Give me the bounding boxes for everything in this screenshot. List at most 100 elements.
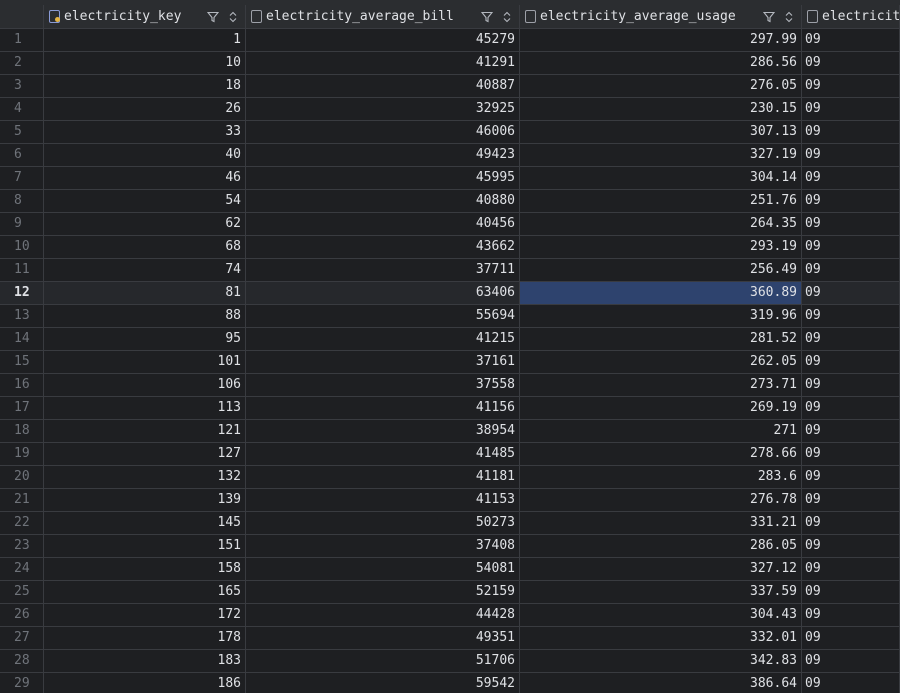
electricity-average-usage-cell[interactable]: 262.05 xyxy=(520,351,802,374)
electricit-cell[interactable]: 09 xyxy=(802,98,900,121)
electricity-average-usage-cell[interactable]: 281.52 xyxy=(520,328,802,351)
electricity-key-cell[interactable]: 10 xyxy=(44,52,246,75)
electricity-average-usage-cell[interactable]: 386.64 xyxy=(520,673,802,693)
electricit-cell[interactable]: 09 xyxy=(802,190,900,213)
row-number-cell[interactable]: 22 xyxy=(0,512,44,535)
electricity-average-usage-cell[interactable]: 273.71 xyxy=(520,374,802,397)
row-number-cell[interactable]: 21 xyxy=(0,489,44,512)
electricity-average-bill-cell[interactable]: 41485 xyxy=(246,443,520,466)
table-row[interactable]: 10 68 43662 293.19 09 xyxy=(0,236,900,259)
electricity-key-cell[interactable]: 74 xyxy=(44,259,246,282)
electricit-cell[interactable]: 09 xyxy=(802,167,900,190)
electricity-key-cell[interactable]: 54 xyxy=(44,190,246,213)
electricity-average-usage-cell[interactable]: 297.99 xyxy=(520,29,802,52)
electricity-average-usage-cell[interactable]: 269.19 xyxy=(520,397,802,420)
sort-icon[interactable] xyxy=(503,11,511,23)
row-number-cell[interactable]: 3 xyxy=(0,75,44,98)
row-number-cell[interactable]: 24 xyxy=(0,558,44,581)
electricity-average-usage-cell[interactable]: 331.21 xyxy=(520,512,802,535)
electricity-average-bill-cell[interactable]: 37711 xyxy=(246,259,520,282)
electricit-cell[interactable]: 09 xyxy=(802,443,900,466)
electricity-average-usage-cell[interactable]: 304.14 xyxy=(520,167,802,190)
electricity-average-bill-cell[interactable]: 37558 xyxy=(246,374,520,397)
electricity-average-bill-cell[interactable]: 41215 xyxy=(246,328,520,351)
electricity-key-cell[interactable]: 106 xyxy=(44,374,246,397)
filter-icon[interactable] xyxy=(207,11,219,23)
column-header-electricity-average-bill[interactable]: electricity_average_bill xyxy=(246,5,520,28)
table-row[interactable]: 20 132 41181 283.6 09 xyxy=(0,466,900,489)
electricity-average-usage-cell[interactable]: 251.76 xyxy=(520,190,802,213)
electricity-average-usage-cell[interactable]: 342.83 xyxy=(520,650,802,673)
electricity-average-bill-cell[interactable]: 43662 xyxy=(246,236,520,259)
electricity-average-bill-cell[interactable]: 55694 xyxy=(246,305,520,328)
electricity-average-usage-cell[interactable]: 307.13 xyxy=(520,121,802,144)
table-row[interactable]: 12 81 63406 360.89 09 xyxy=(0,282,900,305)
electricity-average-usage-cell[interactable]: 327.12 xyxy=(520,558,802,581)
electricity-key-cell[interactable]: 18 xyxy=(44,75,246,98)
electricit-cell[interactable]: 09 xyxy=(802,121,900,144)
electricity-average-bill-cell[interactable]: 54081 xyxy=(246,558,520,581)
electricity-average-usage-cell[interactable]: 278.66 xyxy=(520,443,802,466)
data-grid[interactable]: electricity_key electricity_average_bill… xyxy=(0,0,900,693)
electricity-average-bill-cell[interactable]: 38954 xyxy=(246,420,520,443)
electricity-key-cell[interactable]: 151 xyxy=(44,535,246,558)
electricity-average-usage-cell[interactable]: 276.05 xyxy=(520,75,802,98)
electricity-average-usage-cell[interactable]: 360.89 xyxy=(520,282,802,305)
electricit-cell[interactable]: 09 xyxy=(802,466,900,489)
row-number-cell[interactable]: 1 xyxy=(0,29,44,52)
electricity-key-cell[interactable]: 139 xyxy=(44,489,246,512)
electricity-average-usage-cell[interactable]: 230.15 xyxy=(520,98,802,121)
row-number-cell[interactable]: 12 xyxy=(0,282,44,305)
electricity-key-cell[interactable]: 95 xyxy=(44,328,246,351)
column-header-electricity-key[interactable]: electricity_key xyxy=(44,5,246,28)
electricity-average-usage-cell[interactable]: 256.49 xyxy=(520,259,802,282)
electricity-average-bill-cell[interactable]: 41153 xyxy=(246,489,520,512)
electricity-average-bill-cell[interactable]: 44428 xyxy=(246,604,520,627)
table-row[interactable]: 16 106 37558 273.71 09 xyxy=(0,374,900,397)
electricit-cell[interactable]: 09 xyxy=(802,259,900,282)
electricit-cell[interactable]: 09 xyxy=(802,650,900,673)
electricity-key-cell[interactable]: 178 xyxy=(44,627,246,650)
electricity-average-usage-cell[interactable]: 271 xyxy=(520,420,802,443)
electricit-cell[interactable]: 09 xyxy=(802,673,900,693)
row-number-cell[interactable]: 20 xyxy=(0,466,44,489)
table-row[interactable]: 27 178 49351 332.01 09 xyxy=(0,627,900,650)
electricit-cell[interactable]: 09 xyxy=(802,29,900,52)
electricit-cell[interactable]: 09 xyxy=(802,351,900,374)
electricity-average-bill-cell[interactable]: 45995 xyxy=(246,167,520,190)
electricit-cell[interactable]: 09 xyxy=(802,213,900,236)
electricity-average-bill-cell[interactable]: 63406 xyxy=(246,282,520,305)
electricity-average-bill-cell[interactable]: 40456 xyxy=(246,213,520,236)
column-header-electricity-average-usage[interactable]: electricity_average_usage xyxy=(520,5,802,28)
table-row[interactable]: 1 1 45279 297.99 09 xyxy=(0,29,900,52)
table-row[interactable]: 6 40 49423 327.19 09 xyxy=(0,144,900,167)
electricity-key-cell[interactable]: 26 xyxy=(44,98,246,121)
row-number-cell[interactable]: 17 xyxy=(0,397,44,420)
table-row[interactable]: 2 10 41291 286.56 09 xyxy=(0,52,900,75)
electricity-average-bill-cell[interactable]: 59542 xyxy=(246,673,520,693)
electricity-average-bill-cell[interactable]: 32925 xyxy=(246,98,520,121)
electricity-key-cell[interactable]: 165 xyxy=(44,581,246,604)
table-row[interactable]: 19 127 41485 278.66 09 xyxy=(0,443,900,466)
electricity-average-usage-cell[interactable]: 286.05 xyxy=(520,535,802,558)
electricity-key-cell[interactable]: 101 xyxy=(44,351,246,374)
sort-icon[interactable] xyxy=(785,11,793,23)
electricit-cell[interactable]: 09 xyxy=(802,52,900,75)
electricity-average-bill-cell[interactable]: 51706 xyxy=(246,650,520,673)
electricity-average-usage-cell[interactable]: 327.19 xyxy=(520,144,802,167)
row-number-cell[interactable]: 28 xyxy=(0,650,44,673)
table-row[interactable]: 13 88 55694 319.96 09 xyxy=(0,305,900,328)
electricit-cell[interactable]: 09 xyxy=(802,535,900,558)
electricit-cell[interactable]: 09 xyxy=(802,581,900,604)
electricity-average-usage-cell[interactable]: 283.6 xyxy=(520,466,802,489)
row-number-cell[interactable]: 29 xyxy=(0,673,44,693)
table-row[interactable]: 25 165 52159 337.59 09 xyxy=(0,581,900,604)
electricity-average-bill-cell[interactable]: 40887 xyxy=(246,75,520,98)
electricity-average-bill-cell[interactable]: 46006 xyxy=(246,121,520,144)
electricit-cell[interactable]: 09 xyxy=(802,489,900,512)
electricity-key-cell[interactable]: 46 xyxy=(44,167,246,190)
table-row[interactable]: 18 121 38954 271 09 xyxy=(0,420,900,443)
table-row[interactable]: 3 18 40887 276.05 09 xyxy=(0,75,900,98)
electricity-key-cell[interactable]: 172 xyxy=(44,604,246,627)
electricity-key-cell[interactable]: 121 xyxy=(44,420,246,443)
